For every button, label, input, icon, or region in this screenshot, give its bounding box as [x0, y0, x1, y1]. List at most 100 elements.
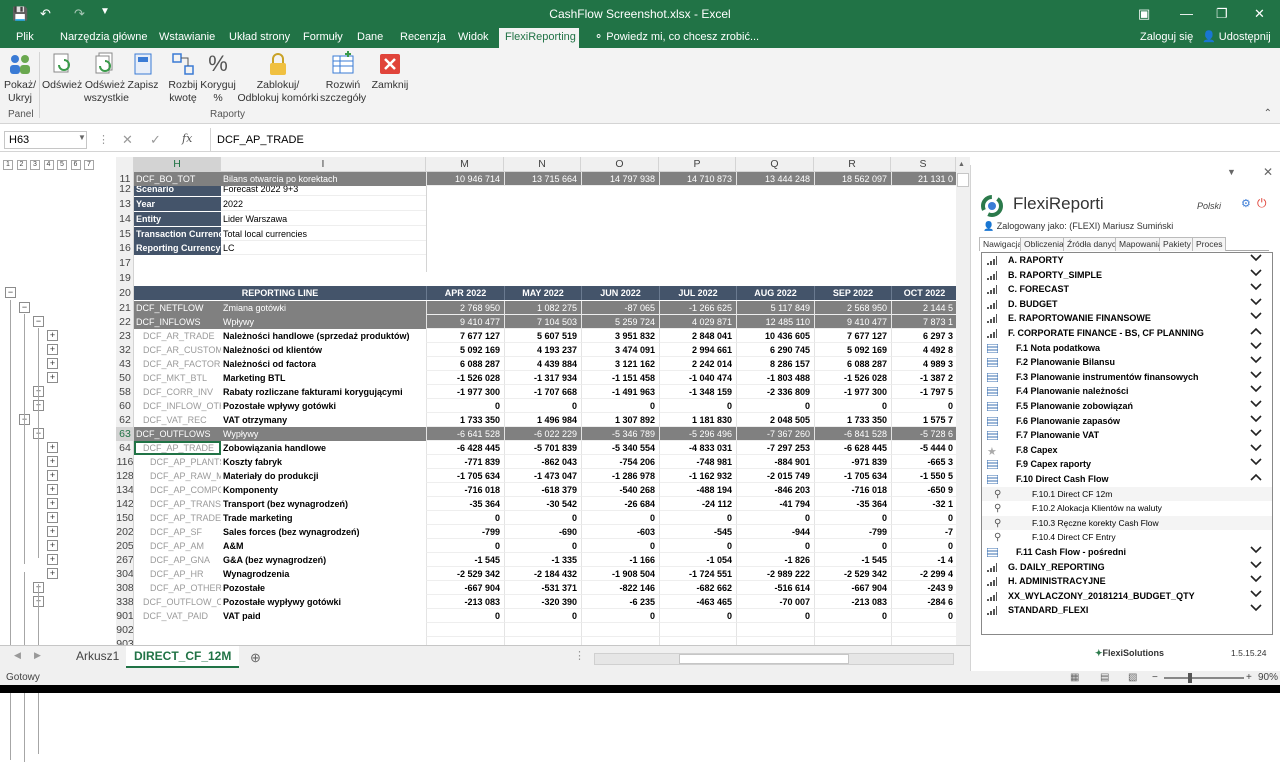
line-code-cell[interactable] — [134, 637, 221, 645]
row-number[interactable]: 22 — [116, 315, 133, 329]
value-cell[interactable]: -846 203 — [736, 483, 814, 497]
value-cell[interactable] — [814, 623, 891, 637]
nav-item[interactable]: B. RAPORTY_SIMPLE — [982, 268, 1272, 283]
refresh-button[interactable]: Odśwież — [42, 51, 82, 92]
line-code-cell[interactable]: DCF_AP_HR — [134, 567, 221, 581]
line-name-cell[interactable]: Należności od klientów — [221, 343, 426, 357]
settings-icon[interactable]: ⚙ — [1241, 197, 1251, 210]
value-cell[interactable]: -5 346 789 — [581, 427, 659, 441]
line-name-cell[interactable]: Wynagrodzenia — [221, 567, 426, 581]
value-cell[interactable]: 1 496 984 — [504, 413, 581, 427]
outline-collapse-button[interactable]: − — [5, 287, 16, 298]
nav-item[interactable]: ⚲ F.10.4 Direct CF Entry — [982, 530, 1272, 545]
value-cell[interactable]: -5 340 554 — [581, 441, 659, 455]
value-cell[interactable]: -6 428 445 — [426, 441, 504, 455]
value-cell[interactable]: -1 550 5 — [891, 469, 956, 483]
value-cell[interactable] — [659, 623, 736, 637]
chevron-down-icon[interactable] — [1250, 282, 1262, 297]
chevron-down-icon[interactable] — [1250, 297, 1262, 312]
chevron-down-icon[interactable] — [1250, 268, 1262, 283]
value-cell[interactable]: -7 — [891, 525, 956, 539]
row-number[interactable]: 15 — [116, 227, 133, 241]
value-cell[interactable]: -5 444 0 — [891, 441, 956, 455]
value-cell[interactable]: 4 989 3 — [891, 357, 956, 371]
info-value[interactable]: Total local currencies — [221, 227, 426, 241]
value-cell[interactable]: -5 701 839 — [504, 441, 581, 455]
value-cell[interactable]: -618 379 — [504, 483, 581, 497]
row-number[interactable]: 16 — [116, 241, 133, 255]
value-cell[interactable] — [659, 637, 736, 645]
tab-flexireporting[interactable]: FlexiReporting — [499, 28, 579, 48]
line-code-cell[interactable]: DCF_AP_TRANSP — [134, 497, 221, 511]
value-cell[interactable]: -667 904 — [426, 581, 504, 595]
value-cell[interactable]: -5 728 6 — [891, 427, 956, 441]
page-break-view-icon[interactable]: ▧ — [1128, 671, 1137, 685]
value-cell[interactable]: -35 364 — [426, 497, 504, 511]
tell-me-box[interactable]: ⚬ Powiedz mi, co chcesz zrobić... — [588, 28, 765, 48]
nav-item[interactable]: F.4 Planowanie należności — [982, 384, 1272, 399]
row-number[interactable]: 308 — [116, 581, 133, 595]
line-name-cell[interactable]: A&M — [221, 539, 426, 553]
nav-item[interactable]: F.11 Cash Flow - pośredni — [982, 545, 1272, 560]
sheet-tab-arkusz1[interactable]: Arkusz1 — [68, 646, 127, 668]
line-name-cell[interactable]: VAT paid — [221, 609, 426, 623]
zoom-slider-thumb[interactable] — [1188, 673, 1192, 683]
line-name-cell[interactable]: Należności od factora — [221, 357, 426, 371]
row-number[interactable]: 60 — [116, 399, 133, 413]
formula-input[interactable]: DCF_AP_TRADE — [210, 128, 1276, 152]
tab-scroll-left-icon[interactable]: ◀ — [14, 650, 21, 661]
row-number[interactable]: 13 — [116, 197, 133, 211]
value-cell[interactable]: 9 410 477 — [814, 315, 891, 329]
value-cell[interactable]: -682 662 — [659, 581, 736, 595]
line-code-cell[interactable]: DCF_AP_RAW_M — [134, 469, 221, 483]
nav-item[interactable]: ⚲ F.10.3 Ręczne korekty Cash Flow — [982, 515, 1272, 531]
chevron-down-icon[interactable] — [1250, 341, 1262, 356]
chevron-down-icon[interactable] — [1250, 560, 1262, 575]
outline-expand-button[interactable]: + — [47, 358, 58, 369]
outline-expand-button[interactable]: + — [47, 442, 58, 453]
line-code-cell[interactable]: DCF_AR_CUSTOM — [134, 343, 221, 357]
tab-scroll-right-icon[interactable]: ▶ — [34, 650, 41, 661]
value-cell[interactable]: -35 364 — [814, 497, 891, 511]
tab-view[interactable]: Widok — [452, 28, 495, 48]
outline-level-5[interactable]: 5 — [57, 160, 67, 170]
line-code-cell[interactable]: DCF_CORR_INV — [134, 385, 221, 399]
line-name-cell[interactable]: Bilans otwarcia po korektach — [221, 172, 426, 186]
value-cell[interactable]: 12 485 110 — [736, 315, 814, 329]
nav-item[interactable]: H. ADMINISTRACYJNE — [982, 574, 1272, 589]
line-code-cell[interactable]: DCF_VAT_REC — [134, 413, 221, 427]
outline-expand-button[interactable]: + — [47, 568, 58, 579]
row-number[interactable]: 17 — [116, 256, 133, 270]
value-cell[interactable]: -1 526 028 — [814, 371, 891, 385]
value-cell[interactable]: -2 336 809 — [736, 385, 814, 399]
value-cell[interactable]: 4 193 237 — [504, 343, 581, 357]
line-name-cell[interactable]: Marketing BTL — [221, 371, 426, 385]
page-layout-view-icon[interactable]: ▤ — [1100, 671, 1109, 685]
value-cell[interactable]: -650 9 — [891, 483, 956, 497]
row-number[interactable]: 32 — [116, 343, 133, 357]
value-cell[interactable] — [581, 623, 659, 637]
value-cell[interactable]: 0 — [814, 539, 891, 553]
close-icon[interactable]: ✕ — [1254, 6, 1265, 22]
line-name-cell[interactable]: Sales forces (bez wynagrodzeń) — [221, 525, 426, 539]
value-cell[interactable]: -1 387 2 — [891, 371, 956, 385]
value-cell[interactable]: -6 841 528 — [814, 427, 891, 441]
line-name-cell[interactable] — [221, 637, 426, 645]
value-cell[interactable] — [504, 623, 581, 637]
value-cell[interactable]: 5 259 724 — [581, 315, 659, 329]
value-cell[interactable]: 0 — [504, 539, 581, 553]
value-cell[interactable]: -30 542 — [504, 497, 581, 511]
nav-item[interactable]: ⚲ F.10.1 Direct CF 12m — [982, 486, 1272, 502]
value-cell[interactable] — [504, 637, 581, 645]
value-cell[interactable]: -2 184 432 — [504, 567, 581, 581]
value-cell[interactable]: -1 797 5 — [891, 385, 956, 399]
chevron-down-icon[interactable] — [1250, 253, 1262, 268]
power-icon[interactable]: ⏻ — [1257, 196, 1267, 211]
value-cell[interactable]: -1 826 — [736, 553, 814, 567]
column-header-h[interactable]: H — [134, 157, 221, 172]
value-cell[interactable]: 0 — [659, 511, 736, 525]
line-name-cell[interactable]: G&A (bez wynagrodzeń) — [221, 553, 426, 567]
value-cell[interactable]: -1 908 504 — [581, 567, 659, 581]
column-header-q[interactable]: Q — [736, 157, 814, 172]
chevron-up-icon[interactable] — [1250, 326, 1262, 341]
